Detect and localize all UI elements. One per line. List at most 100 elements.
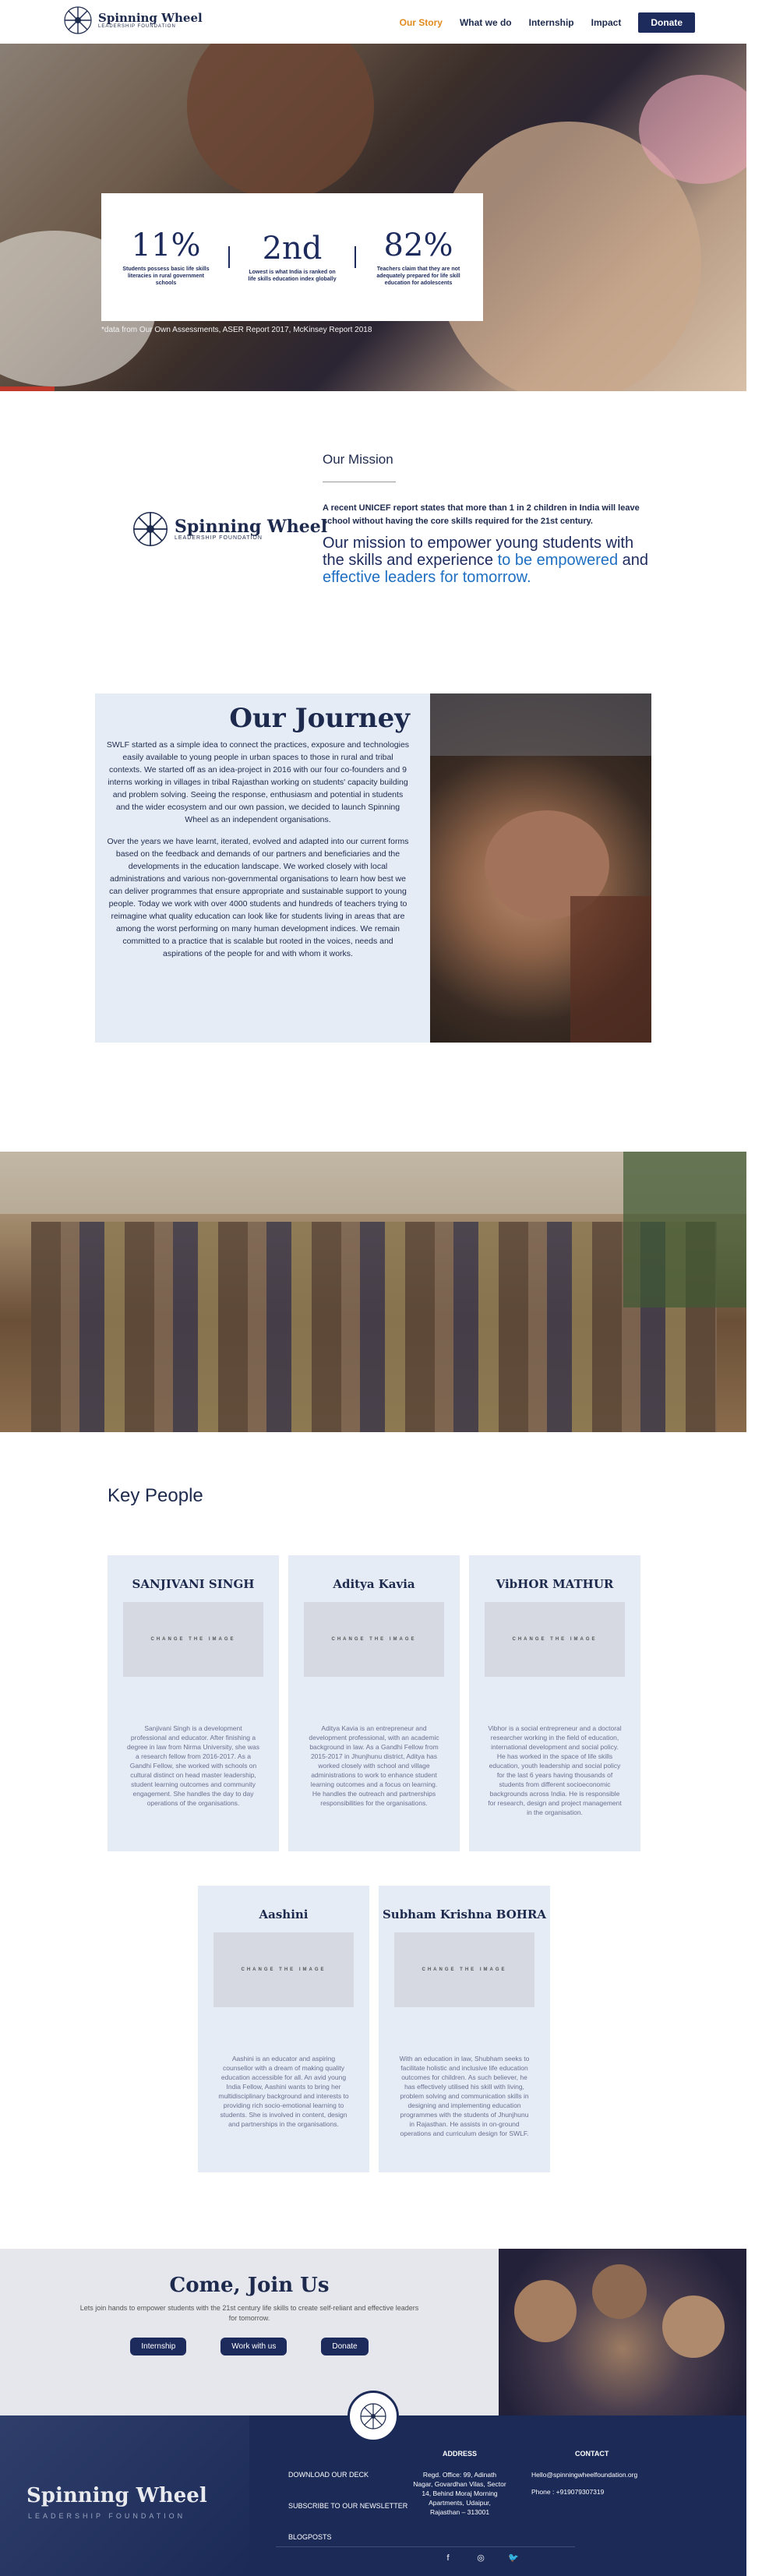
- logo[interactable]: Spinning Wheel LEADERSHIP FOUNDATION: [62, 5, 203, 36]
- stat-description: Students possess basic life skills liter…: [122, 266, 210, 286]
- hero-photo-detail: [187, 44, 374, 199]
- hands-together-photo: [430, 693, 651, 1043]
- mission-title: Our Mission: [323, 452, 393, 467]
- stat-value: 2nd: [262, 231, 323, 266]
- top-nav: Spinning Wheel LEADERSHIP FOUNDATION Our…: [0, 0, 762, 44]
- stat-value: 82%: [383, 227, 453, 263]
- logo-title: Spinning Wheel: [98, 10, 203, 25]
- person-name: VibHOR MATHUR: [496, 1577, 614, 1591]
- mission-highlight: to be empowered: [497, 552, 619, 569]
- work-with-us-button[interactable]: Work with us: [220, 2338, 288, 2355]
- contact-details: Hello@spinningwheelfoundation.org Phone …: [531, 2470, 637, 2497]
- stat-item: 82% Teachers claim that they are not ade…: [372, 228, 465, 287]
- journey-title: Our Journey: [229, 703, 410, 734]
- person-photo-placeholder: CHANGE THE IMAGE: [394, 1932, 534, 2007]
- photo-detail: [31, 1222, 717, 1432]
- newsletter-link[interactable]: SUBSCRIBE TO OUR NEWSLETTER: [288, 2500, 407, 2512]
- photo-detail: [514, 2280, 577, 2342]
- address-heading: ADDRESS: [443, 2450, 478, 2458]
- footer-brand-panel: Spinning Wheel LEADERSHIP FOUNDATION: [0, 2415, 249, 2576]
- person-photo-placeholder: CHANGE THE IMAGE: [304, 1602, 444, 1677]
- person-photo-placeholder: CHANGE THE IMAGE: [213, 1932, 354, 2007]
- person-card: VibHOR MATHUR CHANGE THE IMAGE Vibhor is…: [469, 1555, 640, 1851]
- person-photo-placeholder: CHANGE THE IMAGE: [485, 1602, 625, 1677]
- person-card: Aashini CHANGE THE IMAGE Aashini is an e…: [198, 1886, 369, 2172]
- footer-divider: [276, 2546, 575, 2547]
- stat-divider: [228, 246, 230, 268]
- image-placeholder-label: CHANGE THE IMAGE: [150, 1637, 236, 1642]
- person-bio: Aditya Kavia is an entrepreneur and deve…: [309, 1724, 439, 1807]
- photo-detail: [662, 2295, 725, 2358]
- stat-divider: [355, 246, 356, 268]
- mission-report: A recent UNICEF report states that more …: [323, 503, 640, 526]
- person-bio: With an education in law, Shubham seeks …: [399, 2055, 530, 2137]
- person-bio: Aashini is an educator and aspiring coun…: [218, 2055, 349, 2128]
- donate-button[interactable]: Donate: [321, 2338, 369, 2355]
- address-text: Regd. Office: 99, Adinath Nagar, Govardh…: [413, 2471, 506, 2516]
- contact-email[interactable]: Hello@spinningwheelfoundation.org: [531, 2470, 637, 2479]
- nav-links: Our Story What we do Internship Impact D…: [400, 12, 695, 33]
- person-name: Subham Krishna BOHRA: [382, 1907, 547, 1921]
- footer-links: DOWNLOAD OUR DECK SUBSCRIBE TO OUR NEWSL…: [288, 2468, 407, 2562]
- person-bio: Vibhor is a social entrepreneur and a do…: [488, 1724, 622, 1816]
- contact-phone[interactable]: Phone : +919079307319: [531, 2487, 637, 2497]
- mission-text: and: [618, 552, 649, 569]
- image-placeholder-label: CHANGE THE IMAGE: [512, 1637, 598, 1642]
- journey-paragraph: SWLF started as a simple idea to connect…: [106, 740, 410, 824]
- footer: Spinning Wheel LEADERSHIP FOUNDATION DOW…: [0, 2391, 746, 2576]
- join-text: Lets join hands to empower students with…: [79, 2304, 419, 2322]
- mission-highlight: effective leaders for tomorrow.: [323, 569, 531, 586]
- children-photo: [499, 2249, 746, 2415]
- nav-our-story[interactable]: Our Story: [400, 17, 443, 28]
- person-name: Aashini: [259, 1907, 309, 1921]
- hero-banner: 11% Students possess basic life skills l…: [0, 44, 746, 391]
- journey-section: Our Journey SWLF started as a simple ide…: [95, 693, 430, 1043]
- wheel-icon: [64, 6, 92, 34]
- join-section: Come, Join Us Lets join hands to empower…: [0, 2249, 499, 2415]
- join-title: Come, Join Us: [169, 2274, 330, 2297]
- group-photo: [0, 1152, 746, 1432]
- wheel-icon: [360, 2403, 386, 2430]
- download-deck-link[interactable]: DOWNLOAD OUR DECK: [288, 2468, 407, 2481]
- mission-statement: Our mission to empower young students wi…: [323, 535, 650, 586]
- stat-item: 2nd Lowest is what India is ranked on li…: [245, 231, 339, 283]
- mission-logo: Spinning Wheel LEADERSHIP FOUNDATION: [131, 510, 327, 549]
- photo-detail: [623, 1152, 746, 1307]
- stat-item: 11% Students possess basic life skills l…: [119, 228, 213, 287]
- key-people-title: Key People: [108, 1485, 203, 1506]
- nav-donate-button[interactable]: Donate: [638, 12, 695, 33]
- footer-brand-subtitle: LEADERSHIP FOUNDATION: [28, 2512, 186, 2520]
- contact-heading: CONTACT: [575, 2450, 609, 2458]
- stat-value: 11%: [131, 227, 201, 263]
- twitter-icon[interactable]: 🐦: [508, 2553, 519, 2564]
- photo-detail: [430, 693, 651, 756]
- instagram-icon[interactable]: ◎: [475, 2553, 486, 2564]
- hero-caption: *data from Our Own Assessments, ASER Rep…: [101, 326, 372, 334]
- join-buttons: Internship Work with us Donate: [0, 2338, 499, 2355]
- hero-accent-bar: [0, 386, 55, 391]
- stats-card: 11% Students possess basic life skills l…: [101, 193, 483, 321]
- nav-what-we-do[interactable]: What we do: [460, 17, 512, 28]
- person-photo-placeholder: CHANGE THE IMAGE: [123, 1602, 263, 1677]
- person-name: Aditya Kavia: [333, 1577, 415, 1591]
- person-card: SANJIVANI SINGH CHANGE THE IMAGE Sanjiva…: [108, 1555, 279, 1851]
- nav-impact[interactable]: Impact: [591, 17, 622, 28]
- wheel-icon: [133, 512, 168, 546]
- image-placeholder-label: CHANGE THE IMAGE: [422, 1967, 507, 1972]
- facebook-icon[interactable]: f: [443, 2553, 453, 2564]
- social-links: f ◎ 🐦: [443, 2553, 519, 2564]
- nav-internship[interactable]: Internship: [529, 17, 574, 28]
- internship-button[interactable]: Internship: [130, 2338, 187, 2355]
- stat-description: Lowest is what India is ranked on life s…: [248, 270, 337, 282]
- stat-description: Teachers claim that they are not adequat…: [376, 266, 460, 286]
- blogposts-link[interactable]: BLOGPOSTS: [288, 2531, 407, 2543]
- person-bio: Sanjivani Singh is a development profess…: [127, 1724, 259, 1807]
- person-name: SANJIVANI SINGH: [132, 1577, 255, 1591]
- logo-title: Spinning Wheel: [175, 516, 328, 537]
- photo-detail: [592, 2264, 647, 2319]
- journey-paragraph: Over the years we have learnt, iterated,…: [107, 837, 409, 958]
- footer-emblem: [347, 2391, 399, 2442]
- image-placeholder-label: CHANGE THE IMAGE: [331, 1637, 417, 1642]
- photo-detail: [570, 896, 651, 1043]
- person-card: Aditya Kavia CHANGE THE IMAGE Aditya Kav…: [288, 1555, 460, 1851]
